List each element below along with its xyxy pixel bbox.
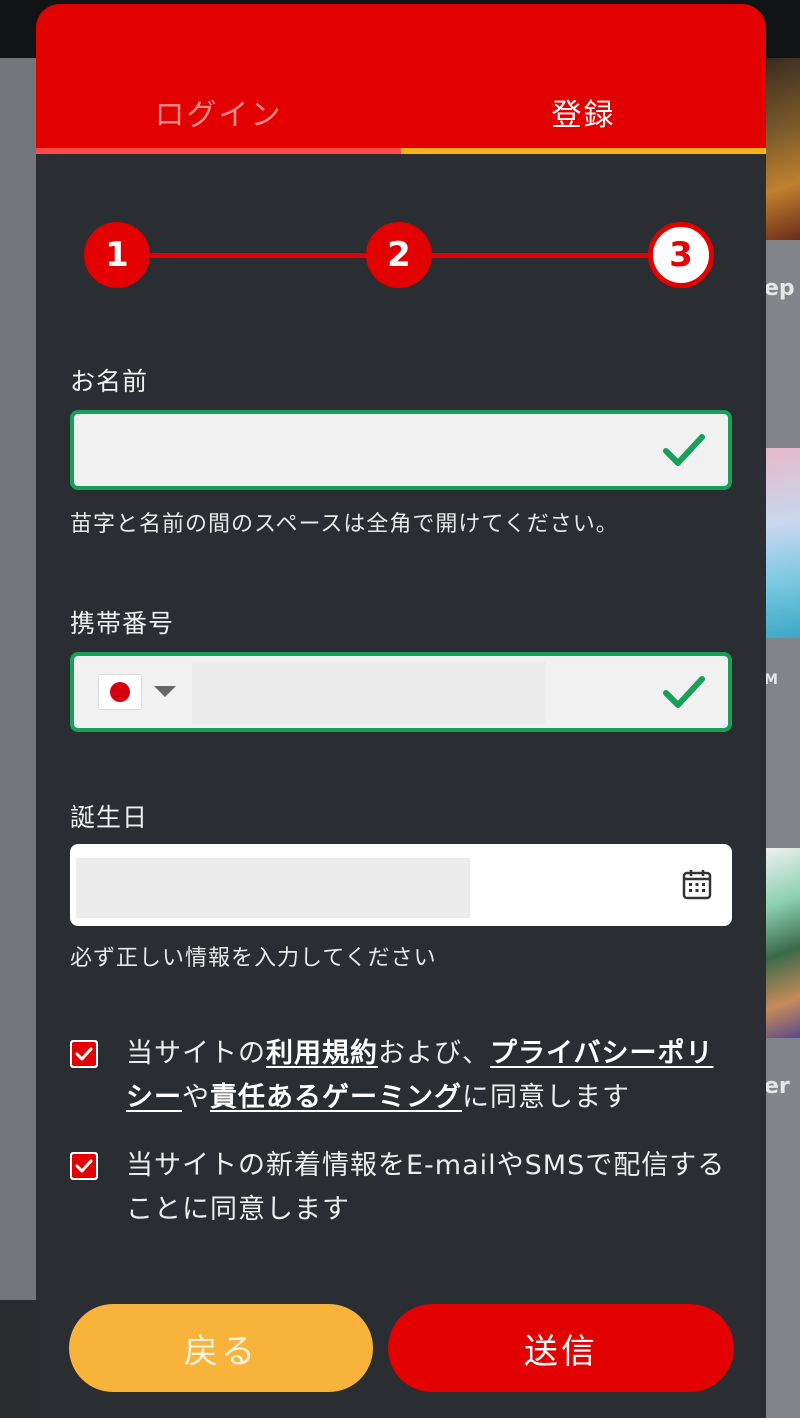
step-2: 2 bbox=[366, 222, 432, 288]
tab-register-underline bbox=[401, 148, 766, 154]
background-left-lower-panel bbox=[0, 1300, 36, 1418]
checkmark-icon bbox=[72, 1154, 96, 1178]
checkmark-icon bbox=[72, 1042, 96, 1066]
terms-consent: 当サイトの利用規約および、プライバシーポリシーや責任あるゲーミングに同意します bbox=[70, 1032, 734, 1120]
newsletter-consent-text: 当サイトの新着情報をE-mailやSMSで配信することに同意します bbox=[126, 1150, 726, 1225]
flag-sun bbox=[110, 682, 130, 702]
tab-register[interactable]: 登録 bbox=[401, 4, 766, 154]
tab-login-underline bbox=[36, 148, 401, 154]
name-hint: 苗字と名前の間のスペースは全角で開けてください。 bbox=[70, 512, 619, 537]
auth-tabs: ログイン 登録 bbox=[36, 4, 766, 154]
registration-modal: ログイン 登録 1 2 3 お名前 苗字と名前の間のスペースは全角で開けてくださ… bbox=[36, 4, 766, 1418]
birthday-input[interactable] bbox=[76, 858, 470, 918]
terms-of-use-link[interactable]: 利用規約 bbox=[266, 1038, 378, 1069]
back-button[interactable]: 戻る bbox=[69, 1304, 373, 1392]
submit-button[interactable]: 送信 bbox=[388, 1304, 734, 1392]
newsletter-checkbox[interactable] bbox=[70, 1152, 98, 1180]
background-tile-label: M bbox=[764, 672, 778, 688]
step-1: 1 bbox=[84, 222, 150, 288]
valid-check-icon bbox=[663, 434, 705, 466]
background-game-tile bbox=[764, 448, 800, 638]
step-connector bbox=[398, 253, 680, 258]
phone-number-input[interactable] bbox=[192, 662, 546, 724]
background-game-tile bbox=[764, 848, 800, 1038]
name-field[interactable] bbox=[70, 410, 732, 490]
background-left-panel bbox=[0, 58, 36, 1418]
newsletter-consent: 当サイトの新着情報をE-mailやSMSで配信することに同意します bbox=[70, 1144, 734, 1232]
country-dropdown-caret-icon[interactable] bbox=[154, 686, 176, 697]
birthday-label: 誕生日 bbox=[70, 803, 149, 832]
terms-ya-text: や bbox=[182, 1082, 210, 1113]
step-connector bbox=[116, 253, 398, 258]
calendar-icon[interactable] bbox=[682, 868, 712, 900]
background-tile-label: er bbox=[764, 1074, 790, 1099]
phone-field[interactable] bbox=[70, 652, 732, 732]
step-3-current: 3 bbox=[648, 222, 714, 288]
valid-check-icon bbox=[663, 676, 705, 708]
terms-and-text: および、 bbox=[378, 1038, 490, 1069]
birthday-hint: 必ず正しい情報を入力してください bbox=[70, 946, 437, 971]
terms-prefix: 当サイトの bbox=[126, 1038, 266, 1069]
name-label: お名前 bbox=[70, 367, 149, 396]
background-game-tile bbox=[764, 58, 800, 240]
japan-flag-icon[interactable] bbox=[98, 674, 142, 710]
tab-login[interactable]: ログイン bbox=[36, 4, 401, 154]
phone-label: 携帯番号 bbox=[70, 609, 175, 638]
registration-stepper: 1 2 3 bbox=[84, 222, 718, 292]
terms-checkbox[interactable] bbox=[70, 1040, 98, 1068]
background-tile-label: ep bbox=[764, 276, 795, 301]
terms-suffix: に同意します bbox=[462, 1082, 630, 1113]
background-right-panel: ep M er bbox=[764, 58, 800, 1418]
terms-consent-text: 当サイトの利用規約および、プライバシーポリシーや責任あるゲーミングに同意します bbox=[126, 1032, 734, 1120]
birthday-field[interactable] bbox=[70, 844, 732, 926]
responsible-gaming-link[interactable]: 責任あるゲーミング bbox=[210, 1082, 462, 1113]
